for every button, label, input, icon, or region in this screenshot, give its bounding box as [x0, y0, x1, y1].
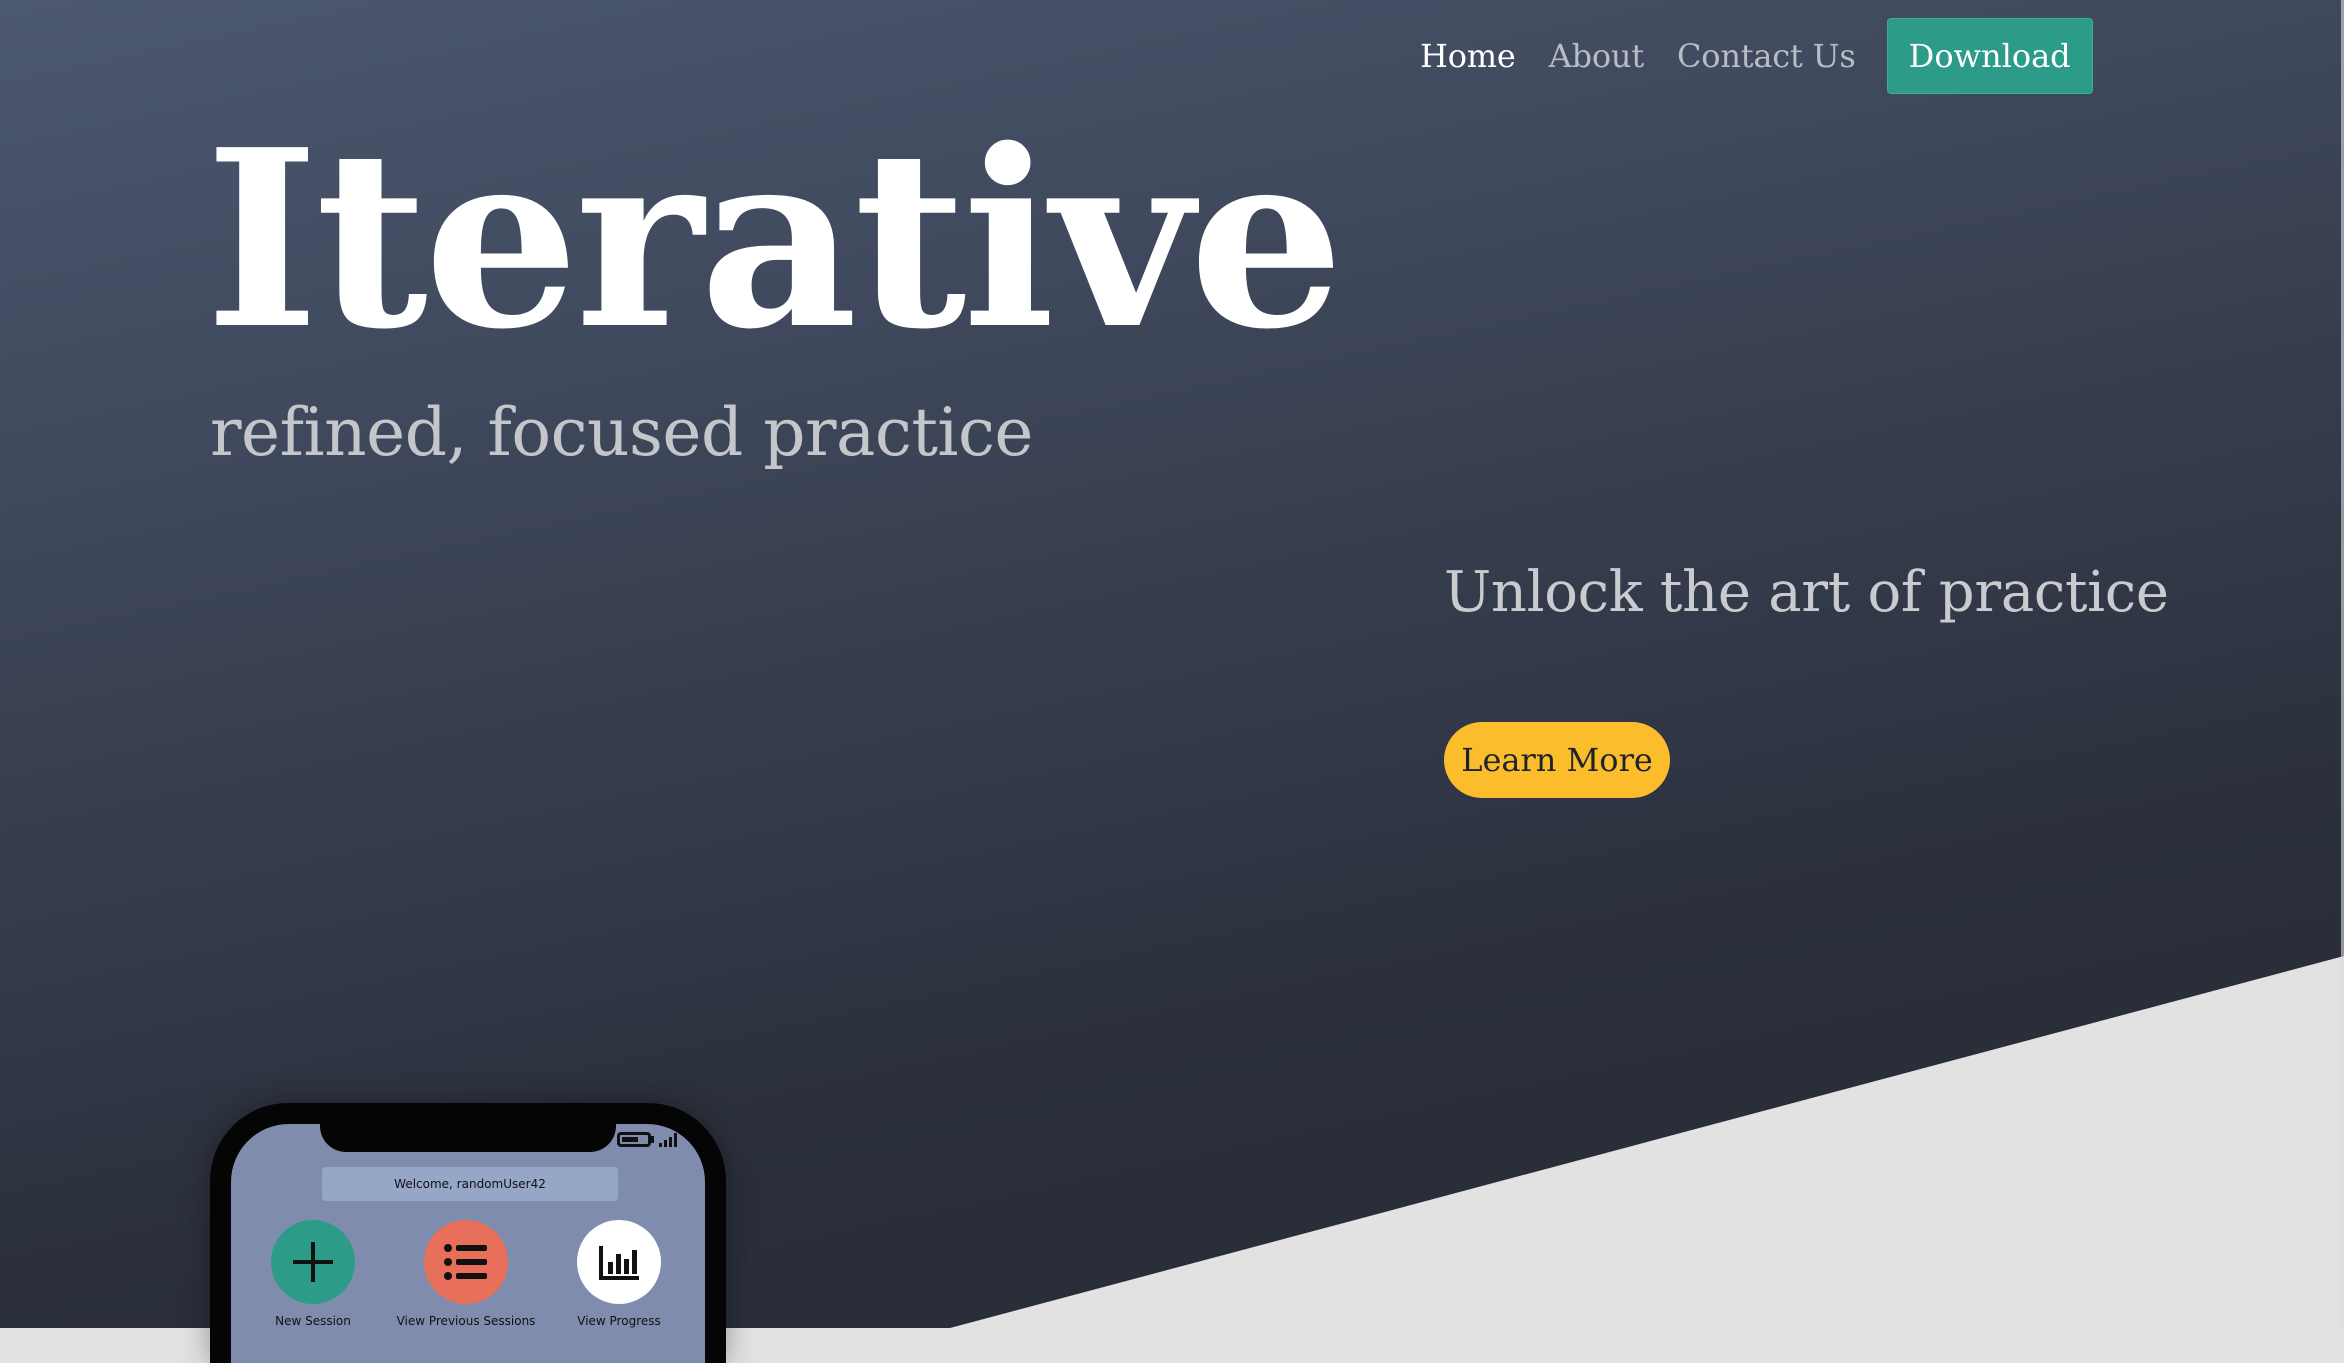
battery-tip	[651, 1135, 654, 1143]
learn-more-button[interactable]: Learn More	[1444, 722, 1670, 798]
battery-icon	[617, 1131, 651, 1147]
top-nav: Home About Contact Us Download	[1420, 18, 2093, 94]
tagline: Unlock the art of practice	[1444, 560, 2169, 625]
view-progress-label: View Progress	[577, 1314, 661, 1328]
page-subtitle: refined, focused practice	[210, 394, 1033, 471]
signal-icon	[659, 1131, 677, 1147]
nav-about-link[interactable]: About	[1549, 37, 1645, 75]
phone-notch	[320, 1124, 616, 1152]
plus-icon	[293, 1242, 333, 1282]
download-button[interactable]: Download	[1886, 18, 2093, 94]
view-progress-button[interactable]	[577, 1220, 661, 1304]
phone-screen: Welcome, randomUser42 New Session View P…	[231, 1124, 705, 1363]
nav-home-link[interactable]: Home	[1420, 37, 1516, 75]
view-previous-sessions-label: View Previous Sessions	[396, 1314, 536, 1328]
welcome-banner: Welcome, randomUser42	[322, 1167, 618, 1201]
list-icon	[444, 1244, 487, 1280]
bar-chart-icon	[599, 1246, 639, 1280]
phone-mockup: Welcome, randomUser42 New Session View P…	[210, 1103, 726, 1363]
new-session-button[interactable]	[271, 1220, 355, 1304]
status-bar	[617, 1131, 677, 1147]
view-previous-sessions-button[interactable]	[424, 1220, 508, 1304]
nav-contact-link[interactable]: Contact Us	[1677, 37, 1856, 75]
page-title: Iterative	[205, 96, 1344, 383]
new-session-label: New Session	[275, 1314, 351, 1328]
